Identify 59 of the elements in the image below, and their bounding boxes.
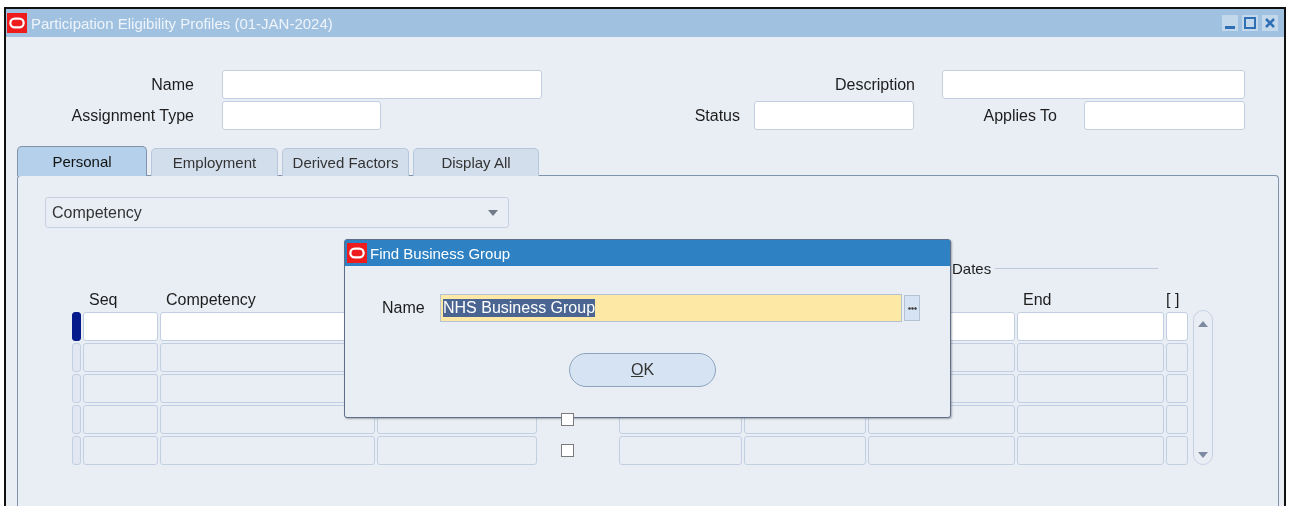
tab[interactable]: Personal [17,146,147,176]
group-label: Dates [952,260,992,277]
column-header: Competency [166,291,256,308]
column-header: [ ] [1166,291,1180,308]
factor-dropdown[interactable]: Competency [45,197,509,228]
field-label: Assignment Type [70,106,195,125]
field-label: Name [150,75,195,94]
field-label: Description [833,75,915,94]
app-logo-icon [347,243,367,263]
record-indicator[interactable] [72,312,81,341]
column-header: Seq [89,291,118,308]
table-cell[interactable] [1166,312,1188,341]
list-of-values-button[interactable] [904,295,920,321]
applies-to-field[interactable] [1084,101,1245,130]
name-input-field[interactable]: NHS Business Group [440,294,902,322]
app-logo-icon [7,13,27,33]
tab[interactable]: Display All [413,148,539,176]
table-cell[interactable] [1166,374,1188,403]
description-field[interactable] [942,70,1245,99]
up-arrow-icon[interactable] [1198,321,1208,327]
ok-button[interactable]: OK [569,353,716,387]
table-cell[interactable] [1166,436,1188,465]
tab[interactable]: Employment [151,148,278,176]
table-cell[interactable] [83,312,158,341]
name-field[interactable] [222,70,542,99]
table-cell[interactable] [1017,343,1164,372]
table-cell[interactable] [377,436,537,465]
checkbox[interactable] [561,444,574,457]
ellipsis-icon [907,306,917,310]
checkbox[interactable] [561,413,574,426]
table-cell[interactable] [1017,436,1164,465]
table-cell[interactable] [619,436,742,465]
table-cell[interactable] [744,436,866,465]
table-cell[interactable] [1166,405,1188,434]
field-label: Applies To [982,106,1057,125]
dialog-title: Find Business Group [370,244,511,262]
field-label: Name [382,299,426,317]
window-title: Participation Eligibility Profiles (01-JAN-2024) [31,14,334,32]
table-cell[interactable] [83,374,158,403]
down-arrow-icon[interactable] [1198,452,1208,458]
table-cell[interactable] [1017,312,1164,341]
minimize-icon[interactable] [1222,15,1238,31]
table-cell[interactable] [1017,374,1164,403]
table-cell[interactable] [83,343,158,372]
maximize-icon[interactable] [1242,15,1258,31]
status-field[interactable] [754,101,914,130]
close-icon[interactable] [1262,15,1278,31]
table-cell[interactable] [160,436,375,465]
assignment-type-field[interactable] [222,101,381,130]
table-cell[interactable] [1166,343,1188,372]
table-cell[interactable] [1017,405,1164,434]
table-cell[interactable] [83,405,158,434]
table-cell[interactable] [160,405,375,434]
caret-icon [488,209,498,216]
table-cell[interactable] [83,436,158,465]
field-label: Status [693,106,740,125]
tab[interactable]: Derived Factors [282,148,409,176]
table-cell[interactable] [868,436,1015,465]
column-header: End [1023,291,1052,308]
